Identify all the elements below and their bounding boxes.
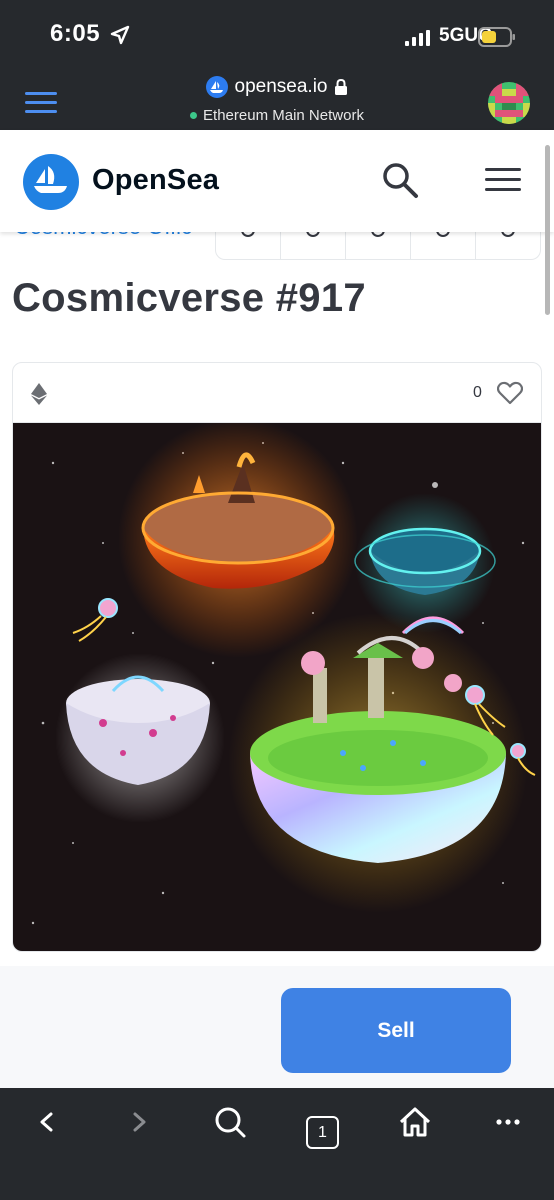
- signal-icon: [405, 30, 430, 46]
- favorites-count: 0: [473, 384, 482, 401]
- site-favicon-icon: [205, 76, 228, 98]
- nft-artwork-image[interactable]: [13, 423, 542, 952]
- opensea-logo-icon[interactable]: [23, 154, 79, 210]
- item-image-card: 0: [12, 362, 542, 952]
- lock-icon: [335, 79, 348, 95]
- home-icon[interactable]: [395, 1102, 435, 1142]
- address-bar[interactable]: opensea.io Ethereum Main Network: [0, 76, 554, 124]
- network-name: Ethereum Main Network: [203, 107, 364, 124]
- search-icon[interactable]: [380, 160, 420, 200]
- menu-icon[interactable]: [485, 168, 521, 196]
- account-avatar[interactable]: [488, 82, 530, 124]
- site-url: opensea.io: [234, 76, 328, 97]
- forward-icon[interactable]: [118, 1102, 158, 1142]
- more-icon[interactable]: [488, 1102, 528, 1142]
- status-bar: 6:05 5GUC: [0, 0, 554, 70]
- browser-toolbar: [0, 1088, 554, 1200]
- status-time: 6:05: [50, 20, 101, 47]
- search-icon[interactable]: [210, 1102, 250, 1142]
- opensea-header: OpenSea: [0, 130, 554, 232]
- ethereum-icon: [31, 383, 47, 405]
- brand-name[interactable]: OpenSea: [92, 164, 219, 197]
- wallet-browser-bar: opensea.io Ethereum Main Network: [0, 70, 554, 130]
- back-icon[interactable]: [28, 1102, 68, 1142]
- page-scrollbar[interactable]: [545, 145, 550, 315]
- heart-icon[interactable]: [497, 381, 523, 405]
- card-header: 0: [13, 363, 541, 423]
- sell-button[interactable]: Sell: [281, 988, 511, 1073]
- tabs-icon[interactable]: 1: [306, 1116, 339, 1149]
- location-arrow-icon: [110, 25, 130, 45]
- network-status-dot: [190, 112, 198, 119]
- battery-icon: [478, 27, 515, 47]
- item-title: Cosmicverse #917: [12, 276, 366, 320]
